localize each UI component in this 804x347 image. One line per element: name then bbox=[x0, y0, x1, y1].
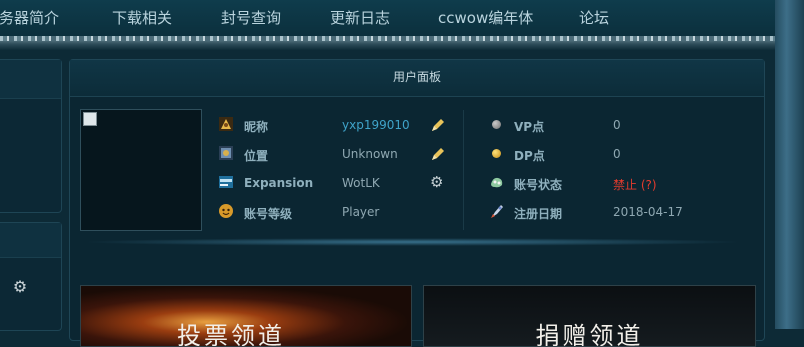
nickname-label: 昵称 bbox=[244, 120, 269, 134]
register-date-value: 2018-04-17 bbox=[613, 205, 683, 219]
register-date-label: 注册日期 bbox=[514, 207, 563, 221]
sidebar-gear-icon[interactable]: ⚙ bbox=[12, 279, 28, 295]
account-status-label: 账号状态 bbox=[514, 178, 563, 192]
expansion-value: WotLK bbox=[342, 176, 380, 190]
vp-label: VP点 bbox=[514, 120, 545, 134]
account-level-value: Player bbox=[342, 205, 380, 219]
register-date-icon bbox=[491, 205, 503, 218]
donate-reward-banner[interactable]: 捐赠领道 bbox=[423, 285, 756, 347]
nickname-value[interactable]: yxp199010 bbox=[342, 118, 410, 132]
sidebar-panel-top bbox=[0, 59, 62, 213]
column-divider bbox=[463, 110, 464, 230]
sidebar-panel-bottom bbox=[0, 222, 62, 331]
donate-banner-title: 捐赠领道 bbox=[535, 322, 644, 347]
edit-nickname-pencil-icon[interactable] bbox=[431, 118, 445, 132]
nav-ban-lookup[interactable]: 封号查询 bbox=[221, 7, 281, 28]
expansion-icon bbox=[219, 176, 233, 188]
background-art bbox=[775, 0, 804, 329]
vote-reward-banner[interactable]: 投票领道 bbox=[80, 285, 412, 347]
nav-forum[interactable]: 论坛 bbox=[579, 7, 609, 28]
dp-label: DP点 bbox=[514, 149, 545, 163]
location-label: 位置 bbox=[244, 149, 269, 163]
nav-downloads[interactable]: 下载相关 bbox=[112, 7, 172, 28]
account-level-icon bbox=[219, 204, 233, 218]
dp-value: 0 bbox=[613, 147, 621, 161]
vp-coin-icon bbox=[492, 120, 501, 129]
nickname-icon bbox=[219, 117, 233, 131]
panel-title: 用户面板 bbox=[70, 60, 764, 97]
account-level-label: 账号等级 bbox=[244, 207, 293, 221]
expansion-label: Expansion bbox=[244, 176, 314, 190]
top-nav: 服务器简介 下载相关 封号查询 更新日志 ccwow编年体 论坛 bbox=[0, 0, 775, 38]
separator-glow bbox=[80, 238, 745, 246]
edit-location-pencil-icon[interactable] bbox=[431, 147, 445, 161]
location-value: Unknown bbox=[342, 147, 398, 161]
account-status-icon bbox=[491, 177, 503, 188]
expansion-settings-gear-icon[interactable]: ⚙ bbox=[430, 175, 443, 190]
dp-coin-icon bbox=[492, 149, 501, 158]
nav-server-intro[interactable]: 服务器简介 bbox=[0, 7, 59, 28]
location-icon bbox=[219, 146, 233, 160]
account-status-value[interactable]: 禁止 (?) bbox=[613, 176, 657, 193]
header-frost-border bbox=[0, 36, 804, 50]
avatar bbox=[80, 109, 202, 231]
vp-value: 0 bbox=[613, 118, 621, 132]
broken-image-icon bbox=[83, 112, 97, 126]
nav-chronicle[interactable]: ccwow编年体 bbox=[438, 7, 533, 28]
nav-changelog[interactable]: 更新日志 bbox=[330, 7, 390, 28]
vote-banner-title: 投票领道 bbox=[177, 322, 285, 347]
